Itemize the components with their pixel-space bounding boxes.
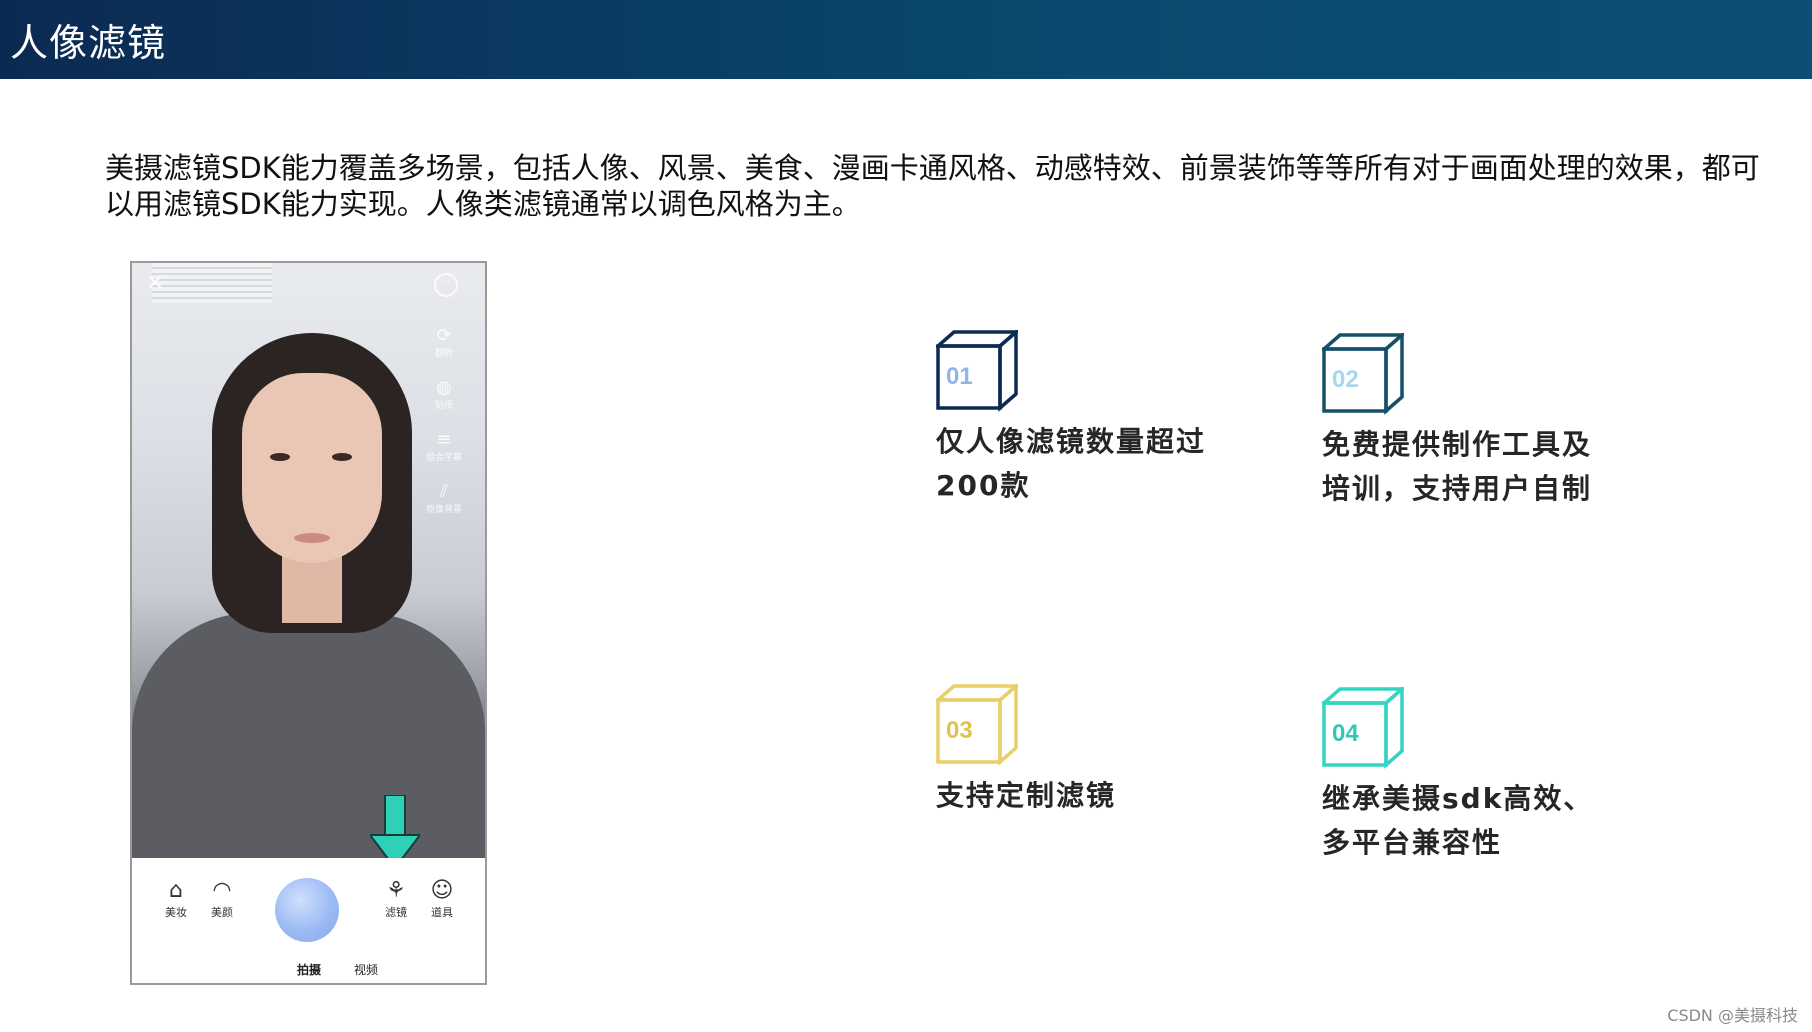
feature-03-number: 03 [946,717,973,744]
feature-01-number: 01 [946,363,973,390]
camera-toolbar: ⌂ 美妆 ◠ 美颜 ⚘ 滤镜 ☺ 道具 拍摄 视频 [132,858,485,983]
intro-paragraph: 美摄滤镜SDK能力覆盖多场景，包括人像、风景、美食、漫画卡通风格、动感特效、前景… [105,151,1760,221]
subject-lips [294,533,330,543]
subtitle-label: 组合字幕 [425,453,462,463]
subject-eye-right [332,453,352,461]
subject-shirt [132,613,485,858]
beauty-icon: ◠ [212,878,232,903]
header-bar: 人像滤镜 [0,0,1812,79]
makeup-icon: ⌂ [169,878,183,903]
cube-02-icon: 02 [1322,333,1404,415]
matting-label: 抠像背景 [425,505,462,515]
close-icon[interactable]: ✕ [146,271,164,296]
subject-eye-left [270,453,290,461]
more-icon[interactable]: ··· [434,273,458,297]
tool-filter-label: 滤镜 [385,906,407,919]
filter-icon: ⚘ [386,878,406,903]
page-title: 人像滤镜 [10,21,167,65]
feature-02-text: 免费提供制作工具及培训，支持用户自制 [1322,428,1593,505]
phone-screenshot: ✕ ··· ⟳ 翻转 ◍ 贴纸 ≡ 组合字幕 ⫽ 抠像背景 ⌂ 美妆 ◠ 美颜 ⚘ 滤镜 ☺ 道… [130,261,487,985]
cube-03-icon: 03 [936,684,1018,766]
ceiling-vent [152,263,272,303]
props-icon: ☺ [430,878,454,903]
tool-beauty[interactable]: ◠ 美颜 [204,878,240,920]
feature-04-number: 04 [1332,720,1359,747]
subject-neck [282,553,342,623]
sticker-icon[interactable]: ◍ 贴纸 [424,377,464,411]
cube-04-icon: 04 [1322,687,1404,769]
flip-label: 翻转 [434,349,453,359]
flip-icon[interactable]: ⟳ 翻转 [424,325,464,359]
sticker-label: 贴纸 [434,401,453,411]
feature-02-number: 02 [1332,366,1359,393]
feature-01-text: 仅人像滤镜数量超过200款 [936,425,1207,502]
tool-beauty-label: 美颜 [211,906,233,919]
tool-makeup[interactable]: ⌂ 美妆 [158,878,194,920]
mode-video[interactable]: 视频 [354,961,378,978]
shutter-button[interactable] [275,878,339,942]
feature-04-text: 继承美摄sdk高效、多平台兼容性 [1322,782,1594,859]
matting-icon[interactable]: ⫽ 抠像背景 [424,481,464,515]
tool-props[interactable]: ☺ 道具 [424,878,460,920]
watermark: CSDN @美摄科技 [1667,1006,1798,1025]
tool-filter[interactable]: ⚘ 滤镜 [378,878,414,920]
tool-makeup-label: 美妆 [165,906,187,919]
camera-preview: ✕ ··· ⟳ 翻转 ◍ 贴纸 ≡ 组合字幕 ⫽ 抠像背景 [132,263,485,870]
mode-photo[interactable]: 拍摄 [297,961,321,978]
tool-props-label: 道具 [431,906,453,919]
cube-01-icon: 01 [936,330,1018,412]
feature-03-text: 支持定制滤镜 [936,779,1117,812]
subtitle-icon[interactable]: ≡ 组合字幕 [424,429,464,463]
